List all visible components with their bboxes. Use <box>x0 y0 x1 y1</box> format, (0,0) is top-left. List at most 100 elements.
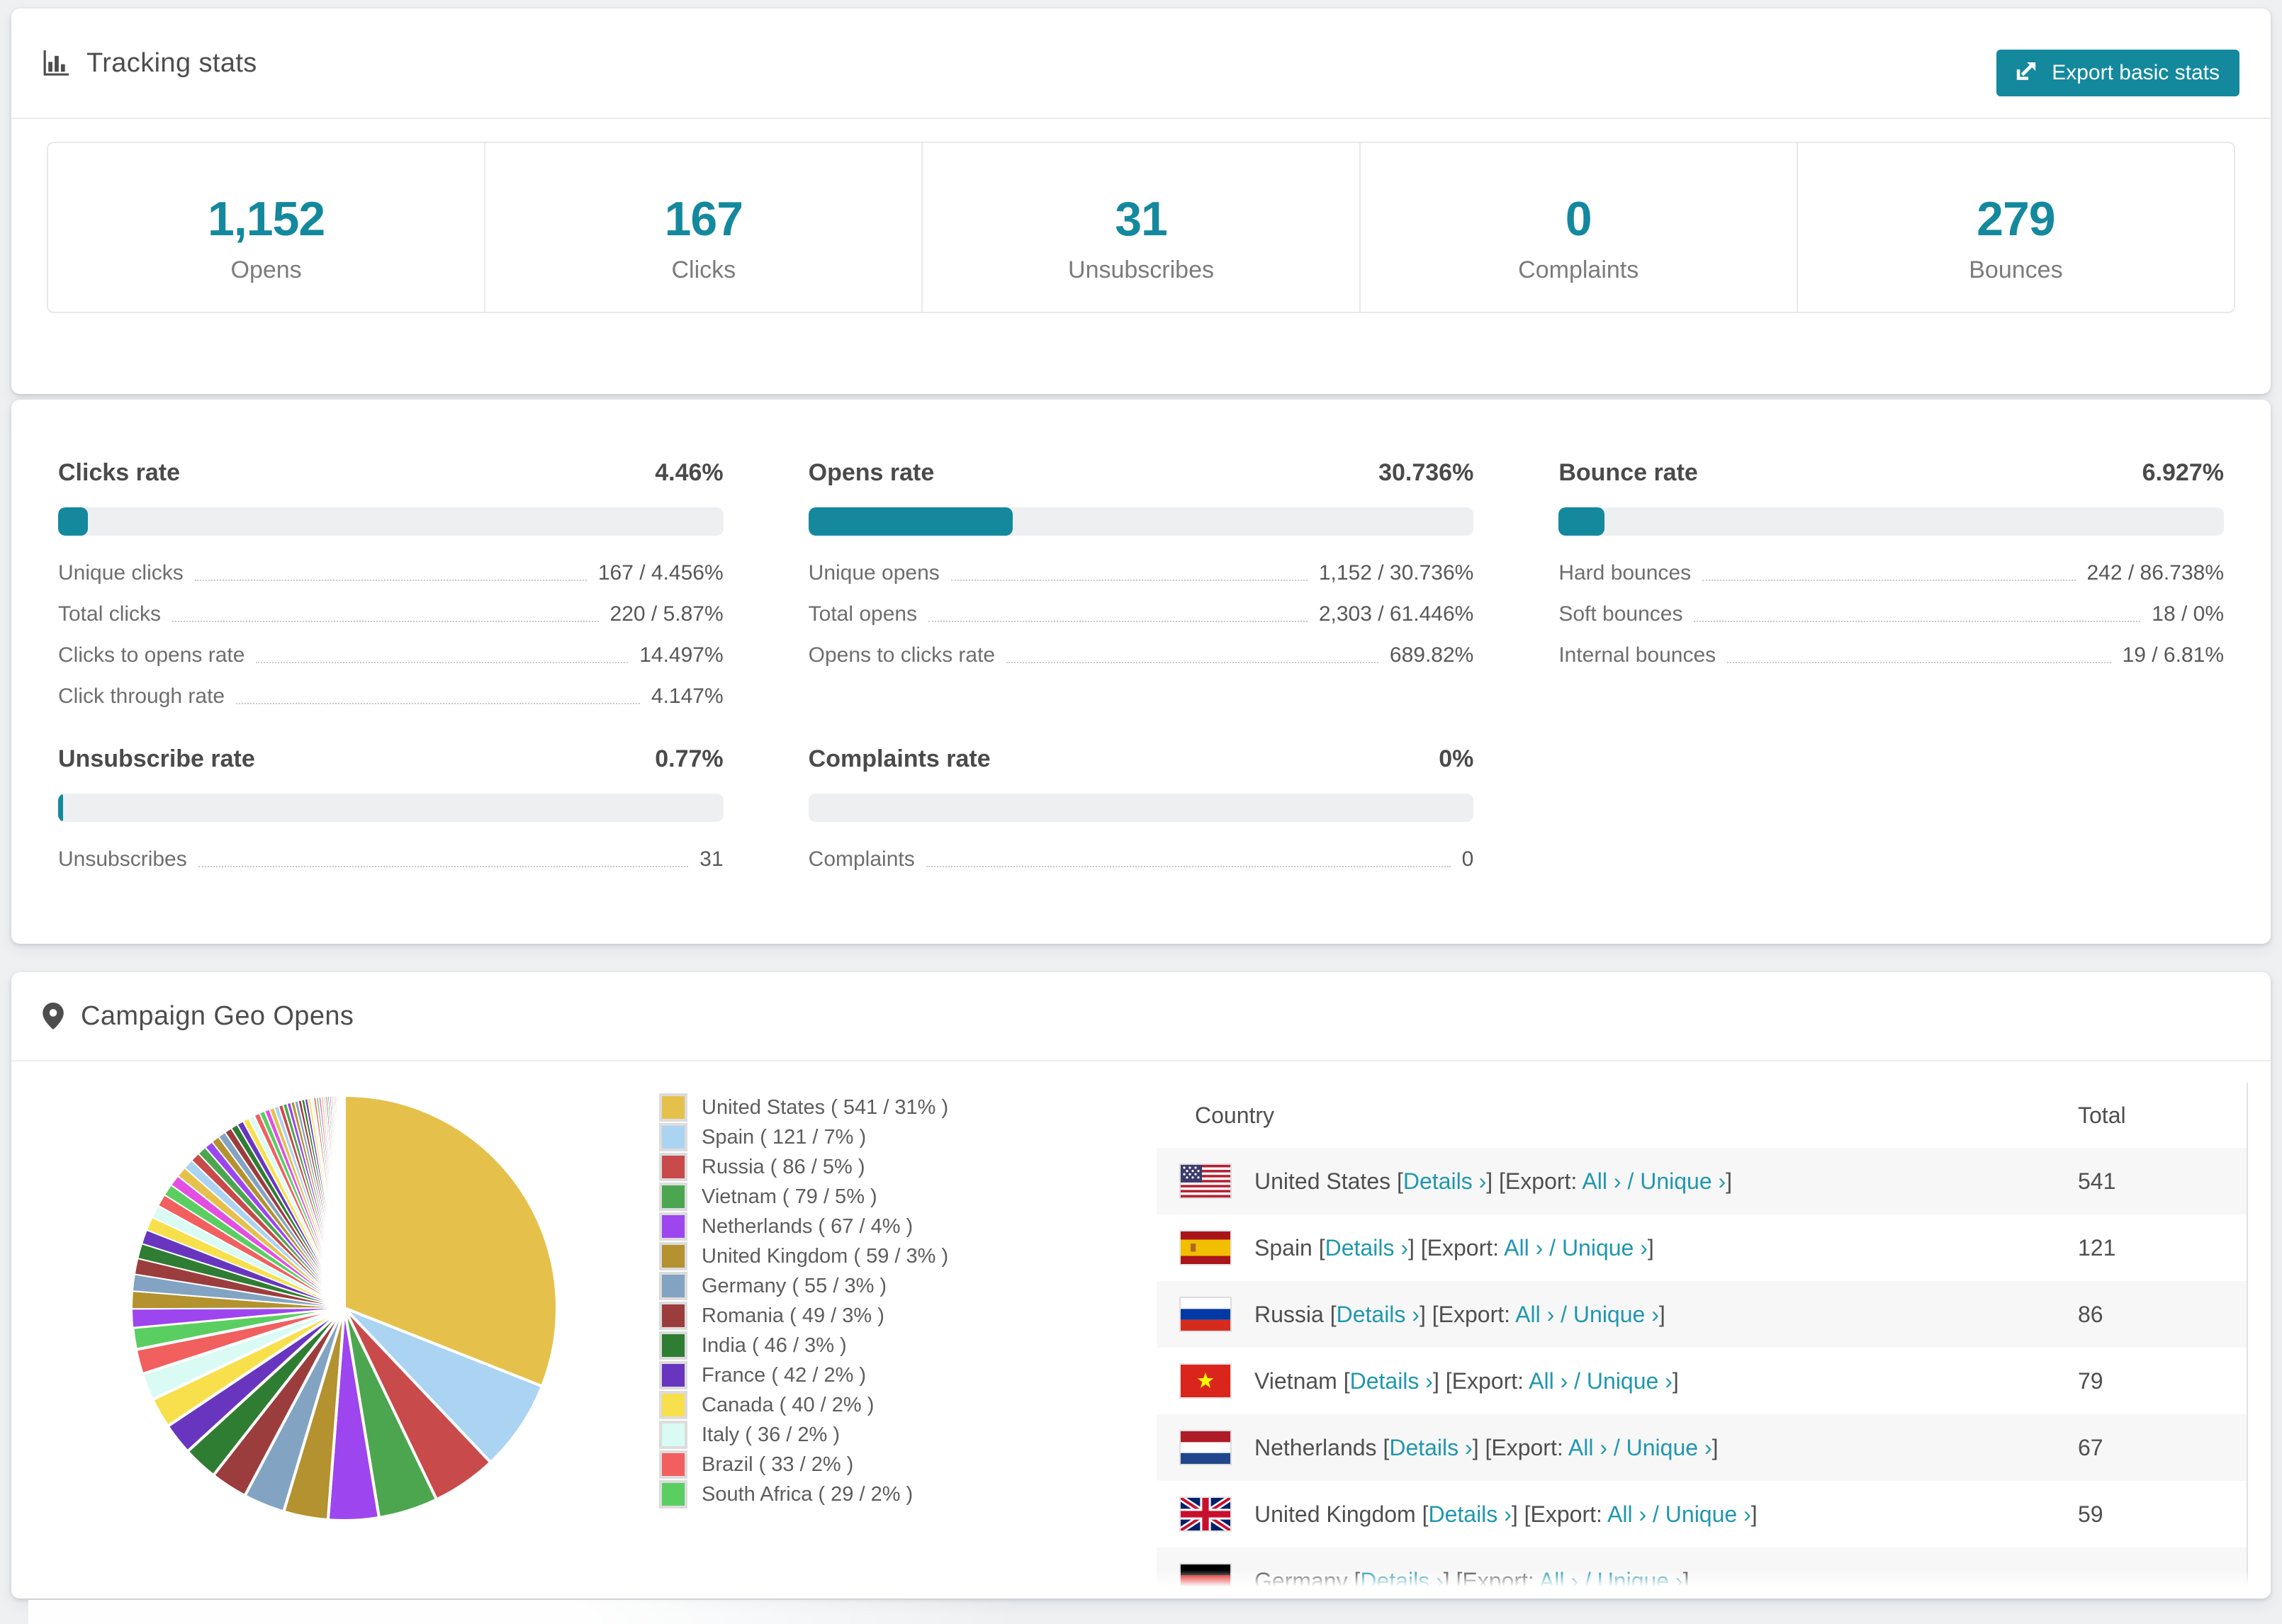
legend-swatch <box>659 1391 687 1419</box>
geo-country-cell: Netherlands [Details ›] [Export: All › /… <box>1254 1434 1719 1460</box>
export-unique-link-spain[interactable]: Unique › <box>1562 1235 1648 1261</box>
link-separator: / <box>1554 1301 1573 1327</box>
rate-value: 0.77% <box>655 745 724 772</box>
dotted-leader <box>1694 621 2141 622</box>
column-header-total: Total <box>2078 1102 2126 1128</box>
legend-swatch <box>659 1183 687 1211</box>
legend-item-italy: Italy ( 36 / 2% ) <box>659 1420 948 1450</box>
legend-label: Brazil ( 33 / 2% ) <box>702 1453 854 1476</box>
rate-row-label: Hard bounces <box>1558 561 1692 585</box>
rate-row-label: Total opens <box>808 602 918 626</box>
export-all-link-united-kingdom[interactable]: All › <box>1607 1501 1646 1527</box>
export-unique-link-germany[interactable]: Unique › <box>1597 1568 1683 1594</box>
rate-row-value: 14.497% <box>639 643 724 667</box>
rate-row-opens-to-clicks-rate: Opens to clicks rate 689.82% <box>809 635 1474 676</box>
link-separator: / <box>1578 1567 1597 1594</box>
rate-progress-bar <box>808 507 1474 536</box>
link-separator: / <box>1621 1168 1641 1194</box>
country-name: Netherlands <box>1254 1434 1383 1460</box>
export-all-link-united-states[interactable]: All › <box>1582 1168 1621 1194</box>
rate-progress-fill <box>1558 507 1605 536</box>
details-link-united-states[interactable]: Details › <box>1403 1168 1486 1194</box>
stat-label: Complaints <box>1518 256 1639 283</box>
rate-title: Bounce rate <box>1558 459 1698 486</box>
export-unique-link-russia[interactable]: Unique › <box>1573 1302 1659 1327</box>
details-link-germany[interactable]: Details › <box>1360 1568 1443 1594</box>
legend-swatch <box>659 1242 687 1270</box>
tracking-stats-card: Tracking stats Export basic stats 1,152 O… <box>11 9 2271 394</box>
link-separator: / <box>1607 1434 1626 1460</box>
rate-section-bounce-rate: Bounce rate 6.927% Hard bounces 242 / 86.73… <box>1558 459 2224 717</box>
legend-swatch <box>659 1302 687 1330</box>
rate-row-label: Unique opens <box>808 561 940 585</box>
geo-table-row-united-states: United States [Details ›] [Export: All ›… <box>1157 1148 2247 1214</box>
rate-title: Clicks rate <box>58 459 180 486</box>
geo-table-row-united-kingdom: United Kingdom [Details ›] [Export: All … <box>1157 1481 2247 1547</box>
dotted-leader <box>1727 662 2111 663</box>
details-link-spain[interactable]: Details › <box>1325 1235 1408 1261</box>
legend-swatch <box>659 1093 687 1122</box>
legend-item-united-states: United States ( 541 / 31% ) <box>659 1093 948 1122</box>
dotted-leader <box>236 703 640 704</box>
export-all-link-russia[interactable]: All › <box>1515 1302 1554 1327</box>
legend-label: France ( 42 / 2% ) <box>702 1363 867 1387</box>
stat-label: Opens <box>230 256 302 283</box>
rate-rows: Unique clicks 167 / 4.456% Total clicks 220… <box>58 553 724 717</box>
details-link-netherlands[interactable]: Details › <box>1389 1435 1472 1460</box>
legend-item-france: France ( 42 / 2% ) <box>659 1360 948 1390</box>
country-name: United States <box>1254 1168 1397 1194</box>
legend-swatch <box>659 1123 687 1151</box>
export-unique-link-vietnam[interactable]: Unique › <box>1587 1368 1673 1394</box>
rate-progress-bar <box>58 794 724 822</box>
rate-row-value: 19 / 6.81% <box>2122 643 2224 667</box>
rate-section-opens-rate: Opens rate 30.736% Unique opens 1,152 / 30.… <box>808 459 1474 717</box>
rate-row-label: Complaints <box>808 847 915 871</box>
rate-row-complaints: Complaints 0 <box>809 839 1474 880</box>
rate-progress-bar <box>808 794 1474 822</box>
export-unique-link-netherlands[interactable]: Unique › <box>1626 1435 1712 1460</box>
legend-item-india: India ( 46 / 3% ) <box>659 1331 948 1360</box>
geo-table-row-netherlands: Netherlands [Details ›] [Export: All › /… <box>1157 1414 2247 1481</box>
rate-row-label: Internal bounces <box>1558 643 1716 667</box>
details-link-russia[interactable]: Details › <box>1337 1302 1420 1327</box>
link-separator: / <box>1646 1501 1665 1527</box>
stat-value: 31 <box>1115 191 1168 246</box>
export-basic-stats-button[interactable]: Export basic stats <box>1996 50 2239 96</box>
flag-gb-icon <box>1179 1496 1232 1532</box>
map-pin-icon <box>43 1003 64 1030</box>
dotted-leader <box>928 621 1308 622</box>
legend-swatch <box>659 1153 687 1181</box>
rate-progress-fill <box>808 507 1013 536</box>
export-unique-link-united-kingdom[interactable]: Unique › <box>1665 1501 1751 1527</box>
export-all-link-germany[interactable]: All › <box>1539 1568 1578 1594</box>
dotted-leader <box>198 866 689 867</box>
details-link-united-kingdom[interactable]: Details › <box>1428 1501 1511 1527</box>
rate-section-complaints-rate: Complaints rate 0% Complaints 0 <box>808 745 1474 880</box>
rate-row-value: 31 <box>699 847 724 871</box>
legend-swatch <box>659 1212 687 1241</box>
rate-row-internal-bounces: Internal bounces 19 / 6.81% <box>1558 635 2224 676</box>
export-all-link-netherlands[interactable]: All › <box>1568 1435 1607 1460</box>
legend-label: Italy ( 36 / 2% ) <box>702 1423 841 1446</box>
legend-label: Netherlands ( 67 / 4% ) <box>702 1214 914 1238</box>
geo-opens-legend: United States ( 541 / 31% ) Spain ( 121 /… <box>659 1093 948 1509</box>
export-all-link-vietnam[interactable]: All › <box>1529 1368 1568 1394</box>
rate-value: 30.736% <box>1378 459 1474 486</box>
legend-label: Canada ( 40 / 2% ) <box>702 1393 875 1416</box>
stat-value: 279 <box>1977 191 2055 246</box>
legend-swatch <box>659 1421 687 1449</box>
page-title: Tracking stats <box>86 47 257 78</box>
link-separator: / <box>1543 1234 1562 1261</box>
stat-label: Bounces <box>1969 256 2063 283</box>
legend-label: Romania ( 49 / 3% ) <box>702 1304 884 1327</box>
legend-item-canada: Canada ( 40 / 2% ) <box>659 1390 948 1420</box>
geo-total-cell: 541 <box>2078 1168 2116 1194</box>
geo-table-row-vietnam: Vietnam [Details ›] [Export: All › / Uni… <box>1157 1348 2247 1414</box>
rates-card: Clicks rate 4.46% Unique clicks 167 / 4.456… <box>11 400 2271 944</box>
export-all-link-spain[interactable]: All › <box>1504 1235 1543 1261</box>
legend-swatch <box>659 1272 687 1300</box>
details-link-vietnam[interactable]: Details › <box>1350 1368 1433 1394</box>
export-unique-link-united-states[interactable]: Unique › <box>1640 1168 1726 1194</box>
stat-label: Unsubscribes <box>1068 256 1214 283</box>
tracking-stats-header: Tracking stats Export basic stats <box>11 9 2271 119</box>
